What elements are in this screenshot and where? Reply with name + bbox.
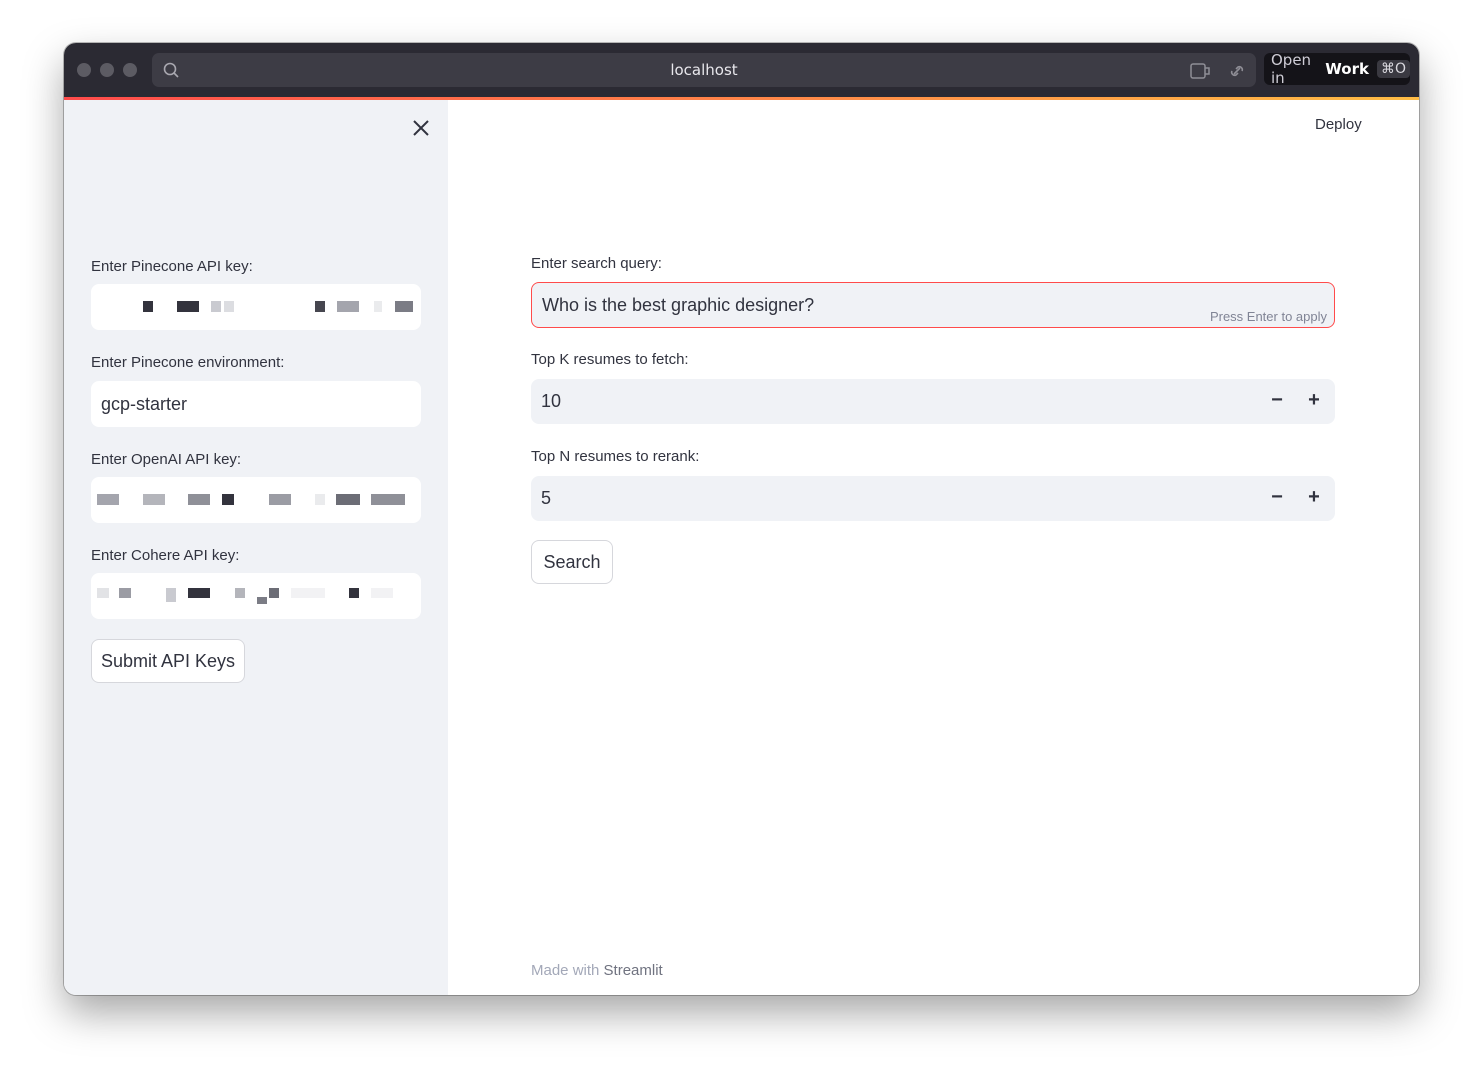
query-value: Who is the best graphic designer? [542, 294, 815, 315]
browser-titlebar: localhost Open in Work ⌘O [64, 43, 1419, 97]
sidebar: Enter Pinecone API key: Enter Pinecone e… [64, 100, 448, 995]
topn-label: Top N resumes to rerank: [531, 448, 700, 465]
streamlit-link[interactable]: Streamlit [604, 962, 663, 979]
masked-value [97, 588, 393, 604]
topn-increment-button[interactable]: + [1305, 487, 1323, 508]
topk-increment-button[interactable]: + [1305, 390, 1323, 411]
footer: Made with Streamlit [531, 962, 663, 979]
zoom-window-dot[interactable] [123, 63, 137, 77]
open-in-work-button[interactable]: Open in Work ⌘O [1264, 51, 1410, 87]
topk-value: 10 [541, 391, 562, 411]
search-button[interactable]: Search [531, 540, 613, 584]
topk-number-input[interactable]: 10 − + [531, 379, 1335, 424]
topk-decrement-button[interactable]: − [1268, 390, 1286, 411]
close-window-dot[interactable] [77, 63, 91, 77]
url-bar[interactable]: localhost [152, 53, 1256, 87]
openai-key-label: Enter OpenAI API key: [91, 451, 242, 468]
main-content: Deploy Enter search query: Who is the be… [448, 100, 1419, 995]
url-text: localhost [670, 61, 738, 79]
extension-icon[interactable] [1190, 62, 1212, 80]
pinecone-key-label: Enter Pinecone API key: [91, 258, 253, 275]
submit-api-keys-button[interactable]: Submit API Keys [91, 639, 245, 683]
pinecone-env-label: Enter Pinecone environment: [91, 354, 285, 371]
masked-value [97, 494, 405, 505]
pinecone-env-input[interactable]: gcp-starter [91, 381, 421, 427]
footer-prefix: Made with [531, 962, 600, 979]
query-label: Enter search query: [531, 255, 662, 272]
cohere-key-input[interactable] [91, 573, 421, 619]
topn-value: 5 [541, 488, 552, 508]
deploy-button[interactable]: Deploy [1315, 116, 1362, 133]
topn-decrement-button[interactable]: − [1268, 487, 1286, 508]
close-sidebar-icon[interactable] [410, 117, 432, 139]
open-in-target: Work [1325, 60, 1369, 78]
open-in-shortcut: ⌘O [1376, 60, 1410, 78]
press-enter-hint: Press Enter to apply [1209, 309, 1327, 324]
openai-key-input[interactable] [91, 477, 421, 523]
open-in-label: Open in [1271, 51, 1312, 87]
pinecone-key-input[interactable] [91, 284, 421, 330]
link-icon[interactable] [1226, 62, 1248, 80]
topn-number-input[interactable]: 5 − + [531, 476, 1335, 521]
browser-window: localhost Open in Work ⌘O Enter Pinecone… [64, 43, 1419, 995]
cohere-key-label: Enter Cohere API key: [91, 547, 240, 564]
topk-label: Top K resumes to fetch: [531, 351, 689, 368]
search-query-input[interactable]: Who is the best graphic designer? Press … [531, 282, 1335, 328]
minimize-window-dot[interactable] [100, 63, 114, 77]
masked-value [143, 301, 413, 312]
